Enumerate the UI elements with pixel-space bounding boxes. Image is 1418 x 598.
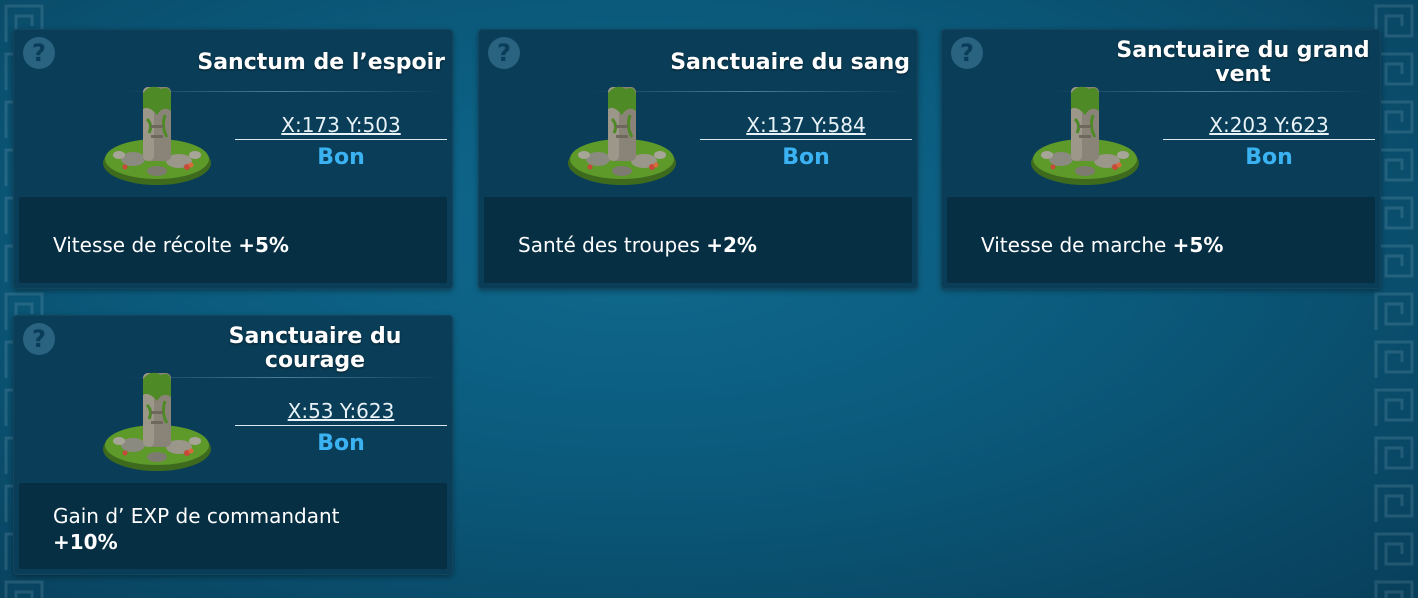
bonus-label: Vitesse de récolte bbox=[53, 233, 232, 257]
shrine-title: Sanctum de l’espoir bbox=[197, 50, 445, 75]
bonus-panel: Santé des troupes +2% bbox=[484, 197, 912, 283]
shrine-card: ? Sanctuaire du grand vent X:203 Y:623 B… bbox=[941, 29, 1381, 289]
coordinates-divider bbox=[1163, 139, 1375, 140]
shrine-title: Sanctuaire du courage bbox=[228, 324, 402, 373]
status-text: Bon bbox=[317, 145, 365, 170]
shrine-pillar-icon bbox=[1027, 75, 1143, 191]
bonus-text: Santé des troupes +2% bbox=[518, 232, 892, 258]
bonus-panel: Gain d’ EXP de commandant +10% bbox=[19, 483, 447, 569]
shrine-pillar-icon bbox=[564, 75, 680, 191]
bonus-value: +5% bbox=[1172, 233, 1224, 257]
shrine-title: Sanctuaire du grand vent bbox=[1116, 38, 1370, 87]
shrine-pillar-icon bbox=[99, 75, 215, 191]
coordinates-divider bbox=[235, 139, 447, 140]
coordinates-divider bbox=[700, 139, 912, 140]
bonus-value: +5% bbox=[238, 233, 289, 257]
bonus-text: Vitesse de récolte +5% bbox=[53, 232, 427, 258]
question-mark-icon[interactable]: ? bbox=[23, 323, 55, 355]
status-text: Bon bbox=[317, 431, 365, 456]
bonus-value: +10% bbox=[53, 530, 118, 554]
bonus-value: +2% bbox=[706, 233, 757, 257]
shrine-card: ? Sanctuaire du courage X:53 Y:623 Bon G… bbox=[13, 315, 453, 575]
question-mark-icon[interactable]: ? bbox=[23, 37, 55, 69]
bonus-text: Gain d’ EXP de commandant +10% bbox=[53, 503, 427, 555]
bonus-label: Santé des troupes bbox=[518, 233, 700, 257]
question-mark-icon[interactable]: ? bbox=[488, 37, 520, 69]
shrine-title: Sanctuaire du sang bbox=[670, 50, 910, 75]
coordinates-link[interactable]: X:203 Y:623 bbox=[1163, 113, 1375, 137]
status-text: Bon bbox=[1245, 145, 1293, 170]
shrine-pillar-icon bbox=[99, 361, 215, 477]
coordinates-divider bbox=[235, 425, 447, 426]
bonus-panel: Vitesse de marche +5% bbox=[947, 197, 1375, 283]
bonus-text: Vitesse de marche +5% bbox=[981, 232, 1355, 258]
bonus-label: Vitesse de marche bbox=[981, 233, 1167, 257]
question-mark-icon[interactable]: ? bbox=[951, 37, 983, 69]
coordinates-link[interactable]: X:137 Y:584 bbox=[700, 113, 912, 137]
coordinates-link[interactable]: X:173 Y:503 bbox=[235, 113, 447, 137]
bonus-panel: Vitesse de récolte +5% bbox=[19, 197, 447, 283]
status-text: Bon bbox=[782, 145, 830, 170]
coordinates-link[interactable]: X:53 Y:623 bbox=[235, 399, 447, 423]
bonus-label: Gain d’ EXP de commandant bbox=[53, 504, 340, 528]
shrine-card: ? Sanctuaire du sang X:137 Y:584 Bon San… bbox=[478, 29, 918, 289]
shrine-card: ? Sanctum de l’espoir X:173 Y:503 Bon Vi… bbox=[13, 29, 453, 289]
